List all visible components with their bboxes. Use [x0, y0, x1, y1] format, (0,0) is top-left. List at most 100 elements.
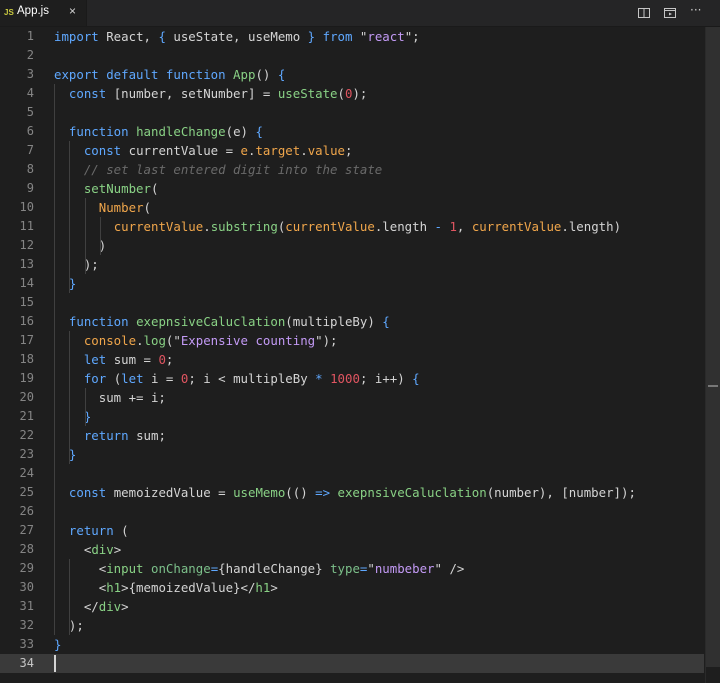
line-number: 32 — [19, 618, 34, 632]
code-line[interactable]: 29 <input onChange={handleChange} type="… — [0, 559, 704, 578]
line-number: 33 — [19, 637, 34, 651]
code-line[interactable]: 22 return sum; — [0, 426, 704, 445]
code-text: console.log("Expensive counting"); — [83, 333, 338, 348]
code-text: } — [54, 637, 62, 652]
code-text: } — [68, 447, 77, 462]
text-cursor — [54, 655, 56, 672]
code-line[interactable]: 4 const [number, setNumber] = useState(0… — [0, 84, 704, 103]
code-text: sum += i; — [54, 390, 166, 405]
code-text: export default function App() { — [54, 67, 286, 82]
line-number: 24 — [19, 466, 34, 480]
indent-guide — [54, 84, 55, 635]
line-number: 25 — [19, 485, 34, 499]
line-number: 1 — [26, 29, 34, 43]
line-number: 18 — [19, 352, 34, 366]
line-number: 15 — [19, 295, 34, 309]
code-text: currentValue.substring(currentValue.leng… — [113, 219, 622, 234]
code-text: ) — [54, 238, 107, 253]
code-line[interactable]: 23 } — [0, 445, 704, 464]
code-line[interactable]: 34 — [0, 654, 704, 673]
code-line[interactable]: 16 function exepnsiveCaluclation(multipl… — [0, 312, 704, 331]
line-number: 27 — [19, 523, 34, 537]
close-icon[interactable]: × — [69, 4, 76, 18]
code-line[interactable]: 21 } — [0, 407, 704, 426]
tab-app-js[interactable]: JS App.js × — [0, 0, 87, 26]
code-text: return sum; — [83, 428, 166, 443]
code-line[interactable]: 30 <h1>{memoizedValue}</h1> — [0, 578, 704, 597]
code-line[interactable]: 27 return ( — [0, 521, 704, 540]
indent-guide — [84, 198, 86, 274]
line-number: 12 — [19, 238, 34, 252]
line-number: 16 — [19, 314, 34, 328]
line-number: 20 — [19, 390, 34, 404]
line-number: 14 — [19, 276, 34, 290]
code-text: for (let i = 0; i < multipleBy * 1000; i… — [83, 371, 420, 386]
code-line[interactable]: 15 — [0, 293, 704, 312]
code-line[interactable]: 28 <div> — [0, 540, 704, 559]
code-line[interactable]: 18 let sum = 0; — [0, 350, 704, 369]
line-number: 3 — [26, 67, 34, 81]
code-line[interactable]: 25 const memoizedValue = useMemo(() => e… — [0, 483, 704, 502]
code-line[interactable]: 17 console.log("Expensive counting"); — [0, 331, 704, 350]
editor-tab-bar: JS App.js × ··· — [0, 0, 720, 27]
code-line[interactable]: 32 ); — [0, 616, 704, 635]
code-text: import React, { useState, useMemo } from… — [54, 29, 420, 44]
code-line[interactable]: 1 import React, { useState, useMemo } fro… — [0, 27, 704, 46]
code-line[interactable]: 13 ); — [0, 255, 704, 274]
code-text: // set last entered digit into the state — [83, 162, 383, 177]
more-actions-icon[interactable]: ··· — [690, 3, 706, 19]
line-number: 2 — [26, 48, 34, 62]
code-line[interactable]: 12 ) — [0, 236, 704, 255]
line-number: 5 — [26, 105, 34, 119]
indent-guide — [69, 559, 71, 635]
code-text: } — [83, 409, 92, 424]
scrollbar-thumb[interactable] — [706, 27, 720, 667]
tab-label: App.js — [17, 5, 49, 17]
cursor-position-marker — [708, 385, 718, 387]
code-text: <div> — [54, 542, 122, 557]
line-number: 8 — [26, 162, 34, 176]
code-line[interactable]: 31 </div> — [0, 597, 704, 616]
indent-guide — [69, 331, 71, 464]
code-text: const [number, setNumber] = useState(0); — [68, 86, 368, 101]
code-line[interactable]: 6 function handleChange(e) { — [0, 122, 704, 141]
code-text: } — [68, 276, 77, 291]
line-number: 13 — [19, 257, 34, 271]
code-line[interactable]: 19 for (let i = 0; i < multipleBy * 1000… — [0, 369, 704, 388]
code-line[interactable]: 2 — [0, 46, 704, 65]
code-text: let sum = 0; — [83, 352, 174, 367]
line-number: 30 — [19, 580, 34, 594]
line-number: 23 — [19, 447, 34, 461]
code-line[interactable]: 9 setNumber( — [0, 179, 704, 198]
code-text: const memoizedValue = useMemo(() => exep… — [68, 485, 636, 500]
vertical-scrollbar[interactable] — [705, 27, 720, 683]
code-line[interactable]: 5 — [0, 103, 704, 122]
code-editor[interactable]: 1 import React, { useState, useMemo } fro… — [0, 27, 720, 683]
code-text: <input onChange={handleChange} type="num… — [54, 561, 465, 576]
code-text: return ( — [68, 523, 129, 538]
open-preview-icon[interactable] — [663, 5, 679, 21]
javascript-file-icon: JS — [4, 8, 14, 17]
line-number: 26 — [19, 504, 34, 518]
code-text: const currentValue = e.target.value; — [83, 143, 353, 158]
line-number: 22 — [19, 428, 34, 442]
code-line[interactable]: 26 — [0, 502, 704, 521]
line-number: 4 — [26, 86, 34, 100]
code-line[interactable]: 14 } — [0, 274, 704, 293]
code-line[interactable]: 10 Number( — [0, 198, 704, 217]
line-number: 19 — [19, 371, 34, 385]
line-number: 7 — [26, 143, 34, 157]
line-number: 17 — [19, 333, 34, 347]
code-line[interactable]: 11 currentValue.substring(currentValue.l… — [0, 217, 704, 236]
code-line[interactable]: 20 sum += i; — [0, 388, 704, 407]
code-text: function exepnsiveCaluclation(multipleBy… — [68, 314, 390, 329]
code-line[interactable]: 33} — [0, 635, 704, 654]
line-number: 11 — [19, 219, 34, 233]
code-line[interactable]: 3 export default function App() { — [0, 65, 704, 84]
code-text: ); — [54, 257, 99, 272]
line-number: 9 — [26, 181, 34, 195]
code-line[interactable]: 24 — [0, 464, 704, 483]
split-editor-icon[interactable] — [637, 5, 653, 21]
code-line[interactable]: 7 const currentValue = e.target.value; — [0, 141, 704, 160]
code-line[interactable]: 8 // set last entered digit into the sta… — [0, 160, 704, 179]
